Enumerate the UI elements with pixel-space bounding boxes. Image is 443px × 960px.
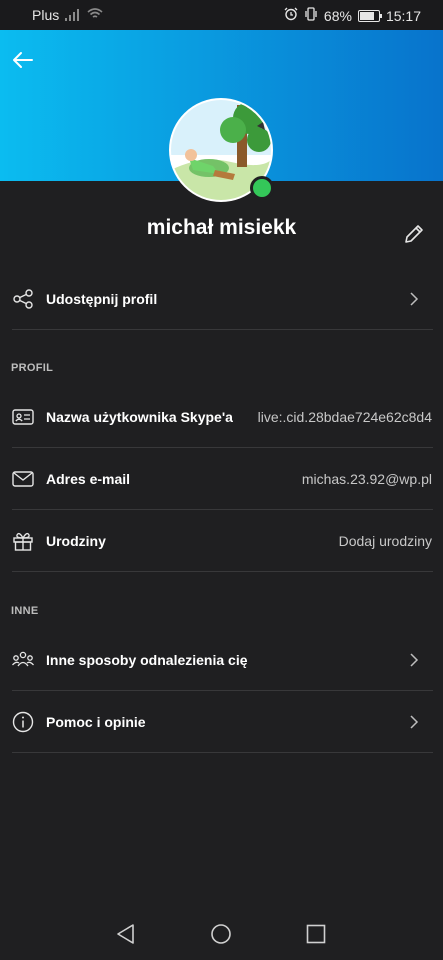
mail-icon [12, 470, 34, 487]
id-card-icon [12, 408, 34, 425]
skype-username-row[interactable]: Nazwa użytkownika Skype'a live:.cid.28bd… [12, 386, 433, 448]
share-profile-label: Udostępnij profil [46, 290, 158, 307]
share-icon [13, 288, 33, 309]
profile-screen: Plus 68% 15:17 michał misiekk Udostępnij… [0, 0, 443, 960]
help-feedback-row[interactable]: Pomoc i opinie [12, 691, 433, 753]
email-row[interactable]: Adres e-mail michas.23.92@wp.pl [12, 448, 433, 510]
chevron-right-icon [410, 291, 419, 306]
vibrate-icon [304, 7, 318, 24]
status-bar: Plus 68% 15:17 [0, 0, 443, 30]
nav-home-button[interactable] [210, 923, 232, 945]
info-icon [12, 711, 34, 732]
add-birthday-value: Dodaj urodziny [338, 532, 432, 549]
other-ways-to-find-label: Inne sposoby odnalezienia cię [46, 651, 248, 668]
arrow-left-icon [13, 52, 33, 68]
birthday-label: Urodziny [46, 532, 106, 549]
back-button[interactable] [10, 47, 36, 73]
help-feedback-label: Pomoc i opinie [46, 713, 146, 730]
signal-icon [65, 9, 81, 21]
section-header-inne: INNE [11, 605, 39, 617]
clock: 15:17 [385, 7, 421, 24]
pencil-icon [405, 225, 423, 243]
battery-percent: 68% [323, 7, 352, 24]
system-navigation-bar [0, 906, 443, 960]
skype-username-value: live:.cid.28bdae724e62c8d4 [257, 408, 432, 425]
gift-icon [13, 532, 33, 551]
chevron-right-icon [410, 714, 419, 729]
square-recents-icon [306, 924, 326, 944]
skype-username-label: Nazwa użytkownika Skype'a [46, 408, 233, 425]
carrier-name: Plus [32, 7, 60, 23]
other-ways-to-find-row[interactable]: Inne sposoby odnalezienia cię [12, 629, 433, 691]
wifi-icon [87, 7, 103, 23]
email-label: Adres e-mail [46, 470, 131, 487]
edit-name-button[interactable] [402, 222, 426, 246]
share-profile-row[interactable]: Udostępnij profil [12, 268, 433, 330]
section-header-profil: PROFIL [11, 362, 54, 374]
presence-online-indicator [250, 176, 274, 200]
people-group-icon [12, 651, 34, 666]
battery-icon [357, 9, 382, 22]
triangle-back-icon [117, 924, 134, 944]
alarm-icon [284, 7, 298, 24]
chevron-right-icon [410, 652, 419, 667]
nav-recents-button[interactable] [305, 923, 327, 945]
profile-name: michał misiekk [146, 216, 297, 239]
birthday-row[interactable]: Urodziny Dodaj urodziny [12, 510, 433, 572]
email-value: michas.23.92@wp.pl [301, 470, 432, 487]
nav-back-button[interactable] [115, 923, 137, 945]
circle-home-icon [211, 924, 231, 944]
